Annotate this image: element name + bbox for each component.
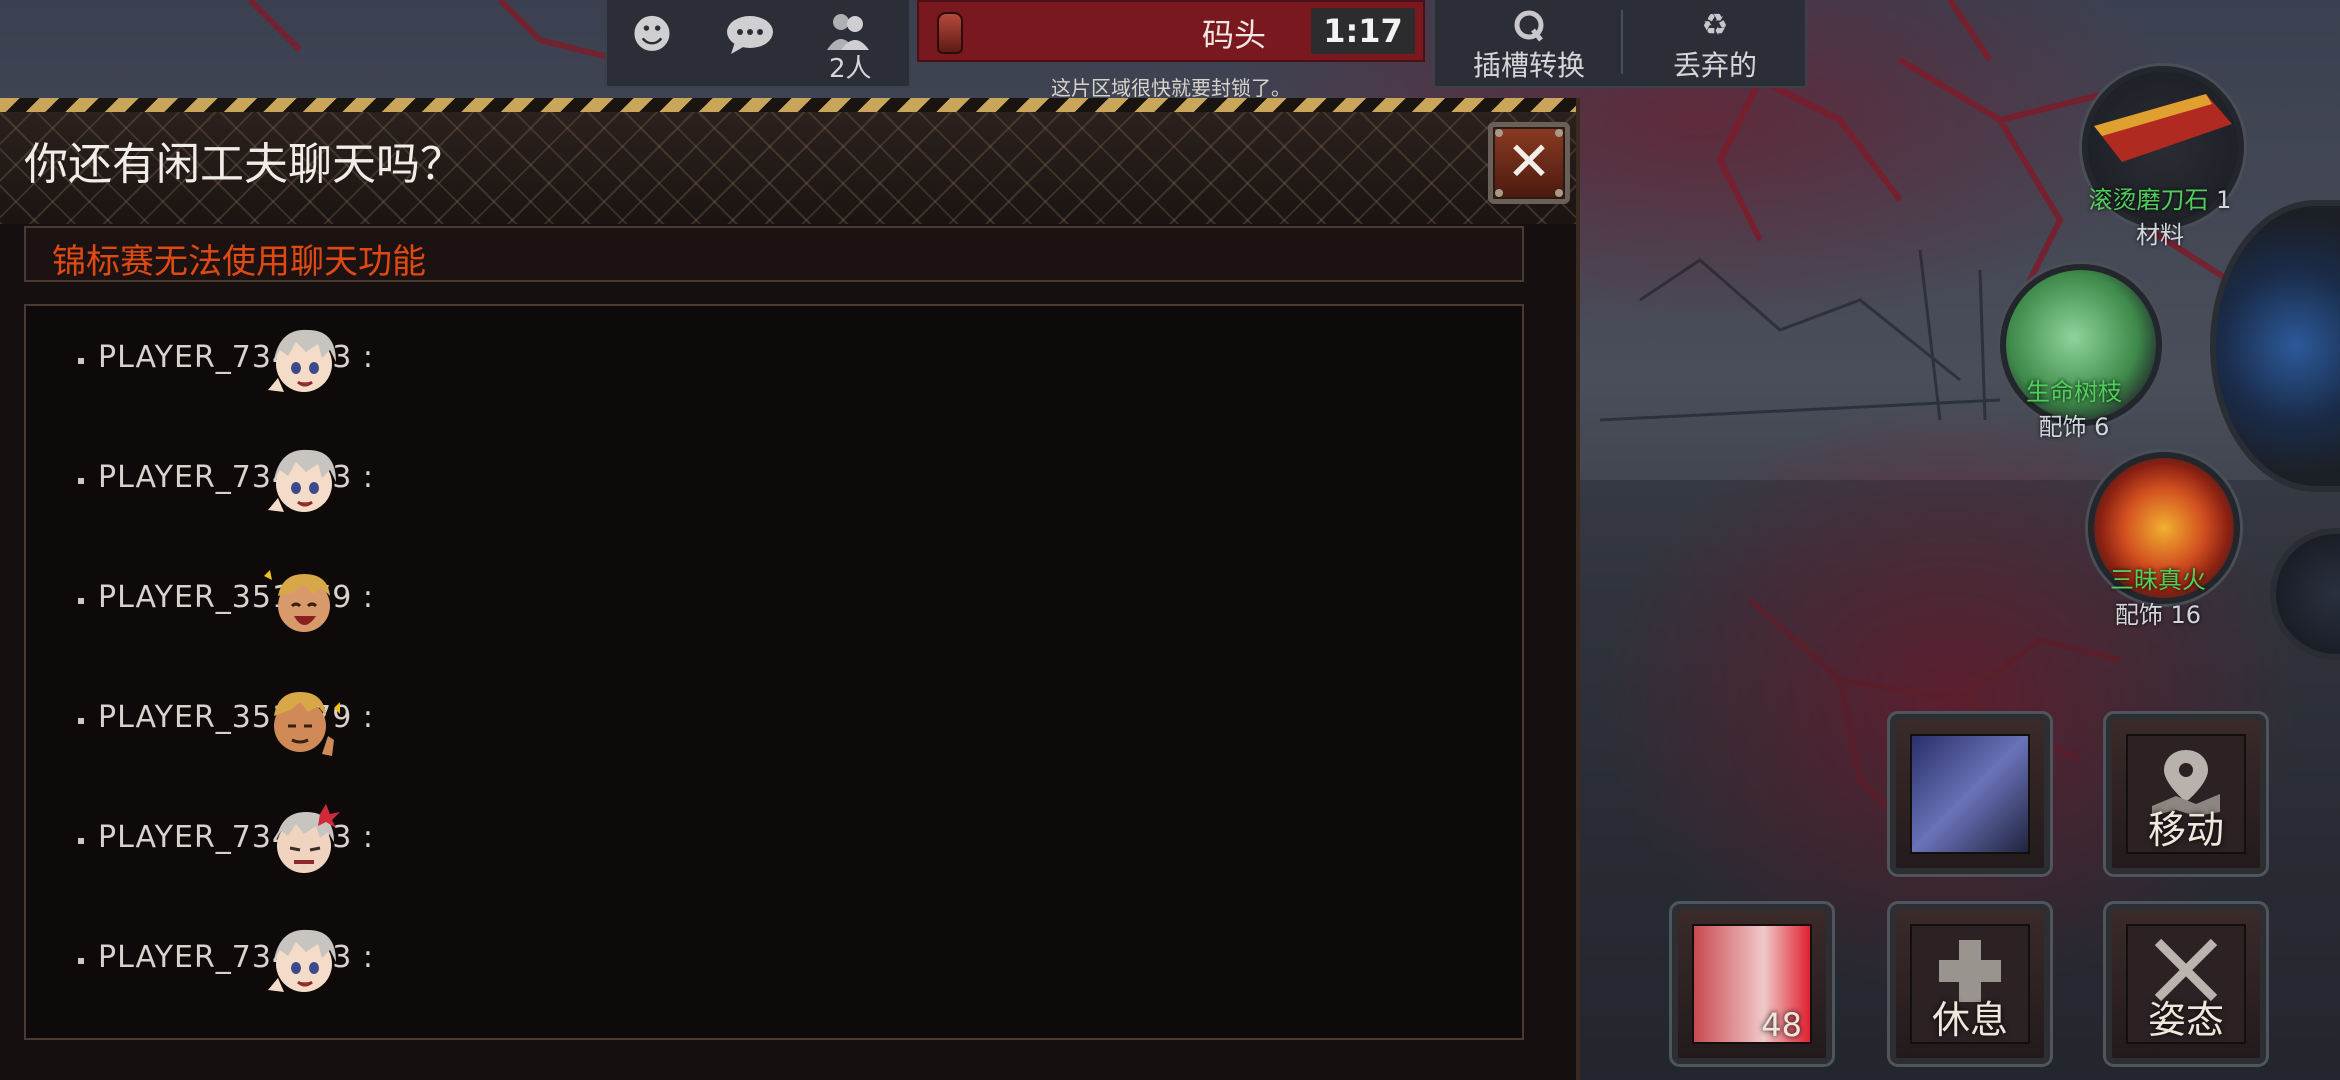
chat-message: PLAYER_734293 :: [50, 800, 1450, 880]
emoji-icon[interactable]: ☻: [627, 12, 677, 58]
bullet: [78, 358, 84, 364]
slot-swap-icon: [1511, 10, 1547, 42]
toolbar-divider: [1621, 10, 1623, 74]
bullet: [78, 478, 84, 484]
bullet: [78, 838, 84, 844]
move-label: 移动: [2147, 808, 2224, 852]
blond-laugh-emote: [264, 570, 330, 632]
bullet: [78, 958, 84, 964]
skill-card-button[interactable]: [1887, 711, 2053, 877]
chat-message: PLAYER_734293 :: [50, 320, 1450, 400]
item-name: 生命树枝: [2026, 378, 2122, 406]
slot-swap-button[interactable]: 插槽转换: [1439, 4, 1619, 84]
rest-button[interactable]: 休息: [1887, 901, 2053, 1067]
close-button[interactable]: ✕: [1488, 122, 1570, 204]
chat-panel: 你还有闲工夫聊天吗？ ✕ 锦标赛无法使用聊天功能 PLAYER_734293 :: [0, 98, 1580, 1080]
chat-message: PLAYER_734293 :: [50, 440, 1450, 520]
silver-hair-angry-emote: [276, 804, 340, 873]
item-name: 滚烫磨刀石: [2088, 186, 2209, 214]
location-bar: 码头 1:17: [917, 0, 1425, 62]
chat-disabled-notice: 锦标赛无法使用聊天功能: [24, 226, 1524, 282]
bullet: [78, 718, 84, 724]
item-name: 三昧真火: [2110, 566, 2206, 594]
stance-button[interactable]: 姿态: [2103, 901, 2269, 1067]
silver-hair-smile-emote: [268, 449, 336, 512]
silver-hair-smile-emote: [268, 929, 336, 992]
bullet: [78, 598, 84, 604]
rest-label: 休息: [1931, 998, 2008, 1042]
skill-card-image: [1910, 734, 2030, 854]
people-count: 2人: [829, 54, 872, 84]
recycle-icon: ♻: [1701, 8, 1729, 43]
chat-message: PLAYER_351579 :: [50, 560, 1450, 640]
silver-hair-smile-emote: [268, 329, 336, 392]
item-category: 配饰 16: [2114, 601, 2202, 629]
stance-label: 姿态: [2147, 998, 2224, 1042]
consumable-button[interactable]: 48: [1669, 901, 1835, 1067]
lantern-icon: [937, 12, 963, 54]
chat-message-list[interactable]: PLAYER_734293 : PLAYER_734293 : PLAYER_3…: [24, 304, 1524, 1040]
consumable-count: 48: [1761, 1006, 1802, 1044]
countdown-timer: 1:17: [1311, 8, 1415, 54]
chat-header: 你还有闲工夫聊天吗？ ✕: [0, 112, 1576, 224]
item-count: 1: [2216, 186, 2232, 214]
social-toolbar: ☻ 2人: [605, 0, 911, 88]
move-button[interactable]: 移动: [2103, 711, 2269, 877]
notice-text: 锦标赛无法使用聊天功能: [52, 242, 426, 282]
chat-bubble-icon[interactable]: [725, 12, 775, 58]
discard-label: 丢弃的: [1672, 49, 1757, 82]
chat-message: PLAYER_734293 :: [50, 920, 1450, 1000]
chat-title: 你还有闲工夫聊天吗？: [24, 139, 464, 190]
discard-button[interactable]: ♻ 丢弃的: [1625, 4, 1805, 84]
slot-swap-label: 插槽转换: [1472, 49, 1585, 82]
action-toolbar: 插槽转换 ♻ 丢弃的: [1433, 0, 1807, 88]
blond-thumbsup-emote: [274, 692, 340, 756]
area-warning-text: 这片区域很快就要封锁了。: [1051, 76, 1291, 100]
item-category: 材料: [2136, 221, 2184, 249]
item-category: 配饰 6: [2038, 413, 2110, 441]
chat-message: PLAYER_351579 :: [50, 680, 1450, 760]
close-icon: ✕: [1506, 130, 1552, 193]
